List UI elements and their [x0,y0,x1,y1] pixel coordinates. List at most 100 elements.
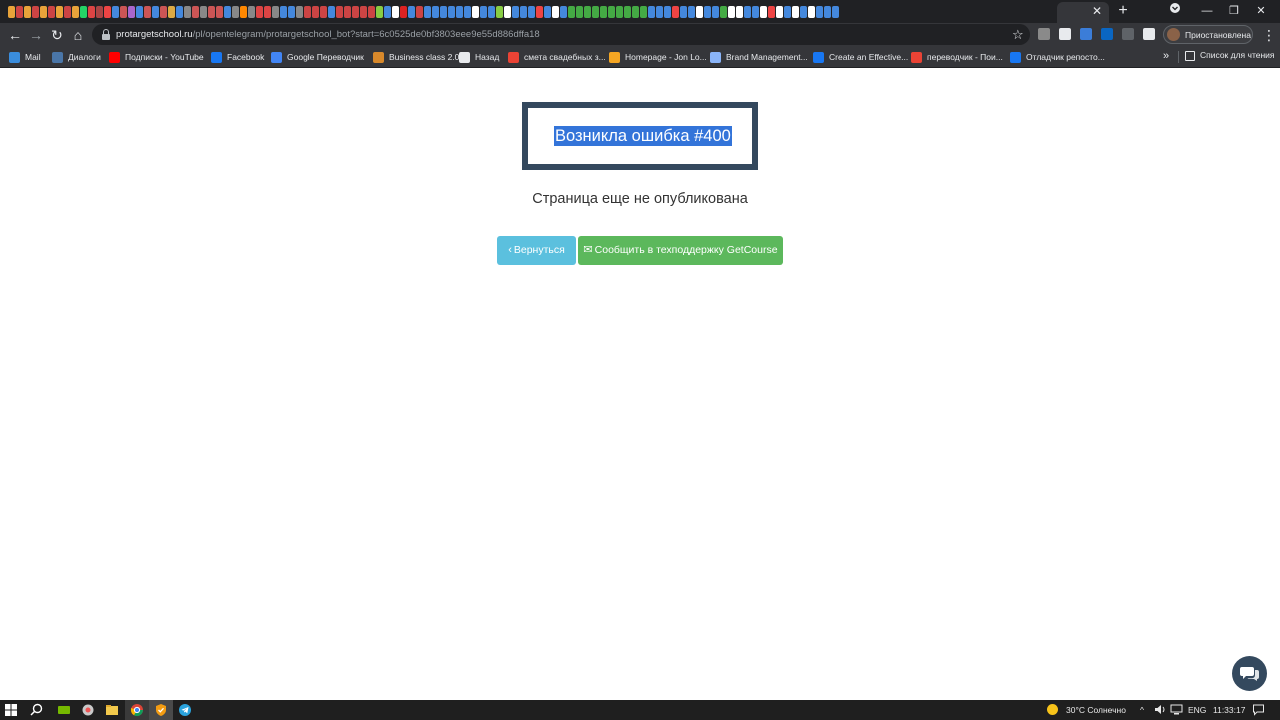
bookmark-item[interactable]: переводчик - Пои... [911,50,1003,64]
tab-favicon[interactable] [800,6,807,18]
tab-favicon[interactable] [552,6,559,18]
tab-favicon[interactable] [376,6,383,18]
tab-favicon[interactable] [808,6,815,18]
puzzle-extension-icon[interactable] [1143,28,1155,40]
tab-favicon[interactable] [160,6,167,18]
tab-favicon[interactable] [120,6,127,18]
tab-favicon[interactable] [696,6,703,18]
bookmark-item[interactable]: Create an Effective... [813,50,908,64]
tab-favicon[interactable] [392,6,399,18]
tab-favicon[interactable] [728,6,735,18]
tab-favicon[interactable] [656,6,663,18]
search-icon[interactable] [30,703,44,717]
tab-favicon[interactable] [32,6,39,18]
tab-favicon[interactable] [624,6,631,18]
tab-favicon[interactable] [480,6,487,18]
clock[interactable]: 11:33:17 [1213,704,1245,716]
tab-favicon[interactable] [424,6,431,18]
ext-2-extension-icon[interactable] [1059,28,1071,40]
profile-button[interactable]: Приостановлена [1163,25,1253,44]
tab-favicon[interactable] [248,6,255,18]
tab-favicon[interactable] [792,6,799,18]
back-arrow-icon[interactable]: ← [6,26,24,44]
tab-favicon[interactable] [504,6,511,18]
tab-favicon[interactable] [40,6,47,18]
tab-favicon[interactable] [824,6,831,18]
tab-favicon[interactable] [488,6,495,18]
tab-favicon[interactable] [568,6,575,18]
ext-5-extension-icon[interactable] [1122,28,1134,40]
tab-favicon[interactable] [328,6,335,18]
tab-favicon[interactable] [560,6,567,18]
tab-favicon[interactable] [664,6,671,18]
tab-favicon[interactable] [544,6,551,18]
file-explorer-icon[interactable] [105,703,119,717]
app-icon[interactable] [81,703,95,717]
tab-favicon[interactable] [640,6,647,18]
bookmark-item[interactable]: Facebook [211,50,264,64]
tab-favicon[interactable] [168,6,175,18]
bookmark-item[interactable]: Диалоги [52,50,101,64]
tab-favicon[interactable] [8,6,15,18]
tab-favicon[interactable] [352,6,359,18]
linkedin-extension-icon[interactable] [1101,28,1113,40]
bookmark-item[interactable]: Назад [459,50,499,64]
tab-favicon[interactable] [176,6,183,18]
ext-1-extension-icon[interactable] [1038,28,1050,40]
tab-favicon[interactable] [680,6,687,18]
tab-favicon[interactable] [304,6,311,18]
tab-favicon[interactable] [88,6,95,18]
tab-favicon[interactable] [16,6,23,18]
telegram-icon[interactable] [178,703,192,717]
tab-favicon[interactable] [712,6,719,18]
tab-favicon[interactable] [64,6,71,18]
tab-favicon[interactable] [744,6,751,18]
tab-favicon[interactable] [776,6,783,18]
tab-favicon[interactable] [144,6,151,18]
network-icon[interactable] [1170,703,1184,717]
tab-favicon[interactable] [200,6,207,18]
chat-widget-button[interactable] [1232,656,1267,691]
tab-favicon[interactable] [512,6,519,18]
tab-favicon[interactable] [672,6,679,18]
tab-favicon[interactable] [472,6,479,18]
tab-favicon[interactable] [368,6,375,18]
shield-app-icon[interactable] [154,703,168,717]
reload-icon[interactable]: ↻ [48,26,66,44]
tab-favicon[interactable] [56,6,63,18]
tab-favicon[interactable] [704,6,711,18]
minimize-button[interactable]: — [1196,2,1218,20]
weather-text[interactable]: 30°C Солнечно [1066,704,1126,716]
tab-favicon[interactable] [648,6,655,18]
tab-favicon[interactable] [128,6,135,18]
contact-support-button[interactable]: ✉ Сообщить в техподдержку GetCourse [578,236,783,265]
tab-favicon[interactable] [440,6,447,18]
tab-search-icon[interactable] [1164,2,1186,20]
tab-favicon[interactable] [832,6,839,18]
tab-favicon[interactable] [112,6,119,18]
tab-favicon[interactable] [288,6,295,18]
tab-favicon[interactable] [768,6,775,18]
url-text[interactable]: protargetschool.ru/pl/opentelegram/prota… [116,28,540,41]
tab-favicon[interactable] [608,6,615,18]
tab-favicon[interactable] [408,6,415,18]
weather-sun-icon[interactable] [1046,703,1060,717]
tab-favicon[interactable] [184,6,191,18]
tab-favicon[interactable] [536,6,543,18]
tab-favicon[interactable] [80,6,87,18]
tab-favicon[interactable] [216,6,223,18]
tab-favicon[interactable] [760,6,767,18]
tab-favicon[interactable] [736,6,743,18]
tab-favicon[interactable] [632,6,639,18]
tab-favicon[interactable] [224,6,231,18]
restore-button[interactable]: ❐ [1223,2,1245,20]
tab-favicon[interactable] [72,6,79,18]
bookmark-item[interactable]: Отладчик репосто... [1010,50,1105,64]
bookmarks-overflow-icon[interactable]: » [1163,49,1169,63]
bookmark-item[interactable]: Business class 2.0 [373,50,459,64]
notifications-icon[interactable] [1252,703,1266,717]
tab-favicon[interactable] [584,6,591,18]
tray-expand-icon[interactable]: ^ [1140,704,1144,716]
new-tab-button[interactable]: + [1114,2,1132,20]
close-window-button[interactable]: ✕ [1250,2,1272,20]
